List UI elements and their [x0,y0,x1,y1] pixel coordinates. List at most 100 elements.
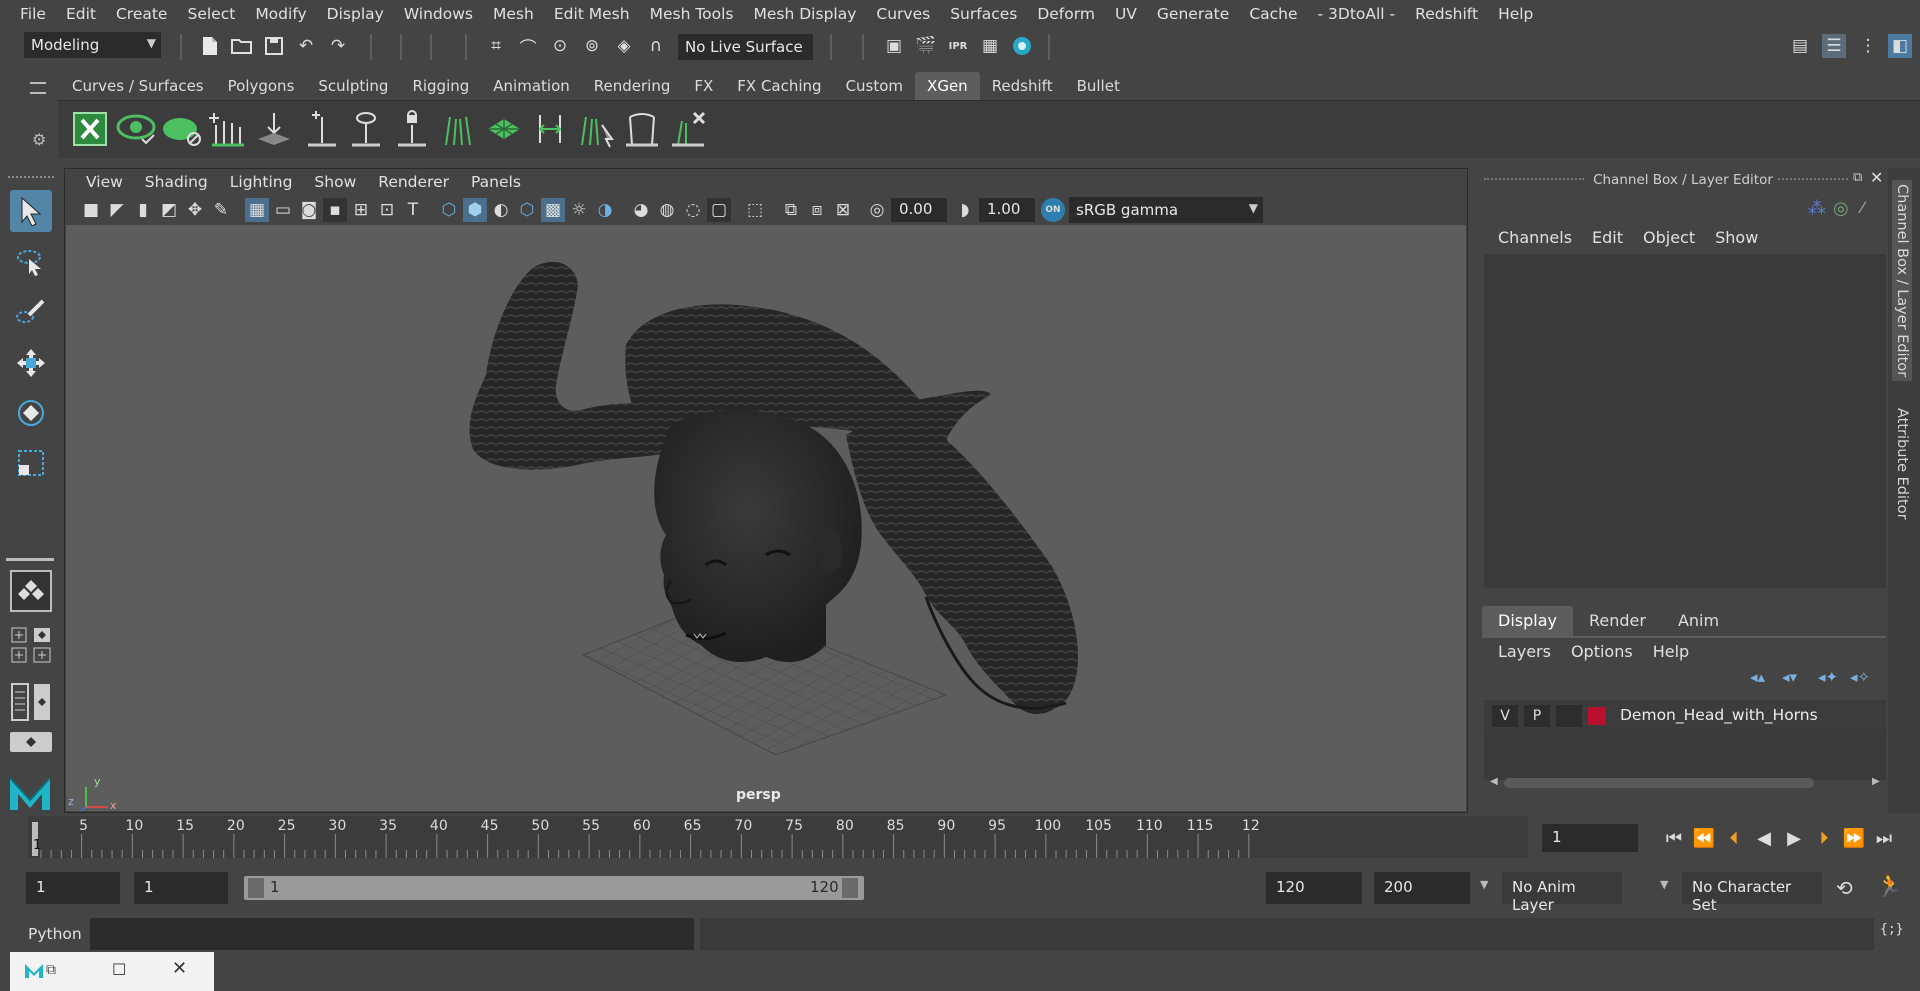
grease-pencil-icon[interactable]: ✎ [209,198,233,222]
xgen-editor-icon[interactable] [68,107,112,151]
object-menu[interactable]: Object [1633,228,1705,247]
step-back-frame-icon[interactable]: ⏴ [1720,824,1748,852]
wireframe-icon[interactable]: ⬡ [437,198,461,222]
channel-list-area[interactable] [1484,254,1886,588]
layer-display-type-toggle[interactable] [1556,705,1582,727]
maximize-icon[interactable]: ☐ [112,960,126,979]
scale-tool-icon[interactable] [10,442,52,484]
layer-playback-toggle[interactable]: P [1524,705,1550,727]
hypershade-icon[interactable] [1010,34,1034,58]
snap-grid-icon[interactable]: ⌗ [484,34,508,58]
menu-redshift[interactable]: Redshift [1405,5,1488,23]
scene-start-field[interactable]: 1 [26,872,120,904]
isolate-select-icon[interactable]: ⬚ [743,198,767,222]
xgen-delete-guide-icon[interactable] [666,107,710,151]
grid-toggle-icon[interactable]: ▦ [245,198,269,222]
tab-channel-box-layer-editor[interactable]: Channel Box / Layer Editor [1892,180,1912,382]
rotate-tool-icon[interactable] [10,392,52,434]
tab-render[interactable]: Render [1573,606,1662,636]
lasso-tool-icon[interactable] [10,242,52,284]
command-input[interactable] [90,918,694,950]
camera-attributes-icon[interactable]: ◤ [105,198,129,222]
script-editor-icon[interactable]: {;} [1880,922,1904,946]
snap-view-icon[interactable]: ⊚ [580,34,604,58]
shelf-settings-icon[interactable]: ⚙ [32,130,46,149]
depth-of-field-icon[interactable]: ▢ [707,198,731,222]
chevron-down-icon[interactable]: ▼ [1660,878,1668,891]
render-settings-icon[interactable]: ▦ [978,34,1002,58]
menu-mesh-tools[interactable]: Mesh Tools [640,5,744,23]
new-layer-from-selected-icon[interactable]: ◂✧ [1850,668,1870,686]
gamma-field[interactable]: 1.00 [979,198,1035,222]
play-backwards-icon[interactable]: ◀ [1750,824,1778,852]
image-plane-icon[interactable]: ◩ [157,198,181,222]
tab-bullet[interactable]: Bullet [1065,72,1132,100]
xgen-add-guide-icon[interactable] [206,107,250,151]
anti-aliasing-icon[interactable]: ◌ [681,198,705,222]
character-set-dropdown[interactable]: No Character Set [1682,872,1822,914]
menu-select[interactable]: Select [177,5,245,23]
camera-select-icon[interactable]: ■ [79,198,103,222]
snap-surface-icon[interactable]: ◈ [612,34,636,58]
modeling-toolkit-icon[interactable]: ▤ [1788,34,1812,58]
safe-action-icon[interactable]: ⊡ [375,198,399,222]
tab-curves-surfaces[interactable]: Curves / Surfaces [60,72,216,100]
range-end-handle[interactable] [842,878,858,898]
anim-layer-dropdown[interactable]: No Anim Layer [1502,872,1622,914]
help-menu[interactable]: Help [1643,642,1699,661]
menu-edit-mesh[interactable]: Edit Mesh [544,5,640,23]
field-chart-icon[interactable]: ⊞ [349,198,373,222]
xgen-clear-preview-icon[interactable] [160,107,204,151]
menu-uv[interactable]: UV [1105,5,1147,23]
tool-settings-icon[interactable]: ⋮ [1856,34,1880,58]
motion-blur-icon[interactable]: ◍ [655,198,679,222]
go-to-start-icon[interactable]: ⏮ [1660,824,1688,852]
scroll-right-icon[interactable]: ▶ [1872,776,1880,787]
layer-row[interactable]: V P Demon_Head_with_Horns [1484,702,1886,730]
menu-cache[interactable]: Cache [1239,5,1307,23]
tab-attribute-editor[interactable]: Attribute Editor [1892,404,1912,524]
new-empty-layer-icon[interactable]: ◂✦ [1818,668,1838,686]
menu-curves[interactable]: Curves [866,5,940,23]
menu-3dtoall[interactable]: - 3DtoAll - [1308,5,1406,23]
undo-icon[interactable]: ↶ [294,34,318,58]
paint-select-tool-icon[interactable] [10,292,52,334]
xgen-select-guide-icon[interactable] [298,107,342,151]
move-tool-icon[interactable] [10,342,52,384]
transform-axis-icon[interactable]: ⁂ [1808,198,1826,219]
channel-toggle-icon[interactable]: ⁄ [1861,198,1864,217]
view-transform-dropdown[interactable]: sRGB gamma ▼ [1069,197,1263,223]
menu-mesh[interactable]: Mesh [483,5,544,23]
xray-components-icon[interactable]: ⊠ [831,198,855,222]
xray-icon[interactable]: ⧉ [779,198,803,222]
smooth-shade-icon[interactable]: ⬢ [463,198,487,222]
horizontal-scrollbar[interactable] [1504,778,1814,788]
save-scene-icon[interactable] [262,34,286,58]
playback-end-field[interactable]: 120 [1266,872,1362,904]
options-menu[interactable]: Options [1561,642,1643,661]
tab-redshift[interactable]: Redshift [980,72,1065,100]
render-view-icon[interactable]: ▣ [882,34,906,58]
xgen-guides-icon[interactable] [436,107,480,151]
tab-polygons[interactable]: Polygons [216,72,307,100]
go-to-end-icon[interactable]: ⏭ [1870,824,1898,852]
2d-pan-zoom-icon[interactable]: ✥ [183,198,207,222]
script-language-toggle[interactable]: Python [28,925,82,943]
step-forward-key-icon[interactable]: ⏩ [1840,824,1868,852]
menu-mesh-display[interactable]: Mesh Display [744,5,867,23]
step-forward-frame-icon[interactable]: ⏵ [1810,824,1838,852]
menu-surfaces[interactable]: Surfaces [940,5,1027,23]
menu-deform[interactable]: Deform [1027,5,1105,23]
time-slider[interactable]: 5 10 15 20 25 30 35 40 45 50 55 60 65 70 75 80 85 90 95 100… [28,816,1528,858]
auto-key-icon[interactable]: ⟲ [1836,876,1853,900]
tab-sculpting[interactable]: Sculpting [306,72,400,100]
exposure-field[interactable]: 0.00 [891,198,947,222]
move-layer-up-icon[interactable]: ◂▴ [1750,668,1765,686]
layer-name[interactable]: Demon_Head_with_Horns [1620,706,1818,724]
snap-point-icon[interactable]: ⊙ [548,34,572,58]
viewport-menu-shading[interactable]: Shading [134,173,219,191]
viewport-menu-show[interactable]: Show [303,173,367,191]
restore-icon[interactable]: ⧉ [46,962,56,978]
show-menu[interactable]: Show [1705,228,1768,247]
attribute-editor-toggle-icon[interactable]: ☰ [1822,34,1846,58]
